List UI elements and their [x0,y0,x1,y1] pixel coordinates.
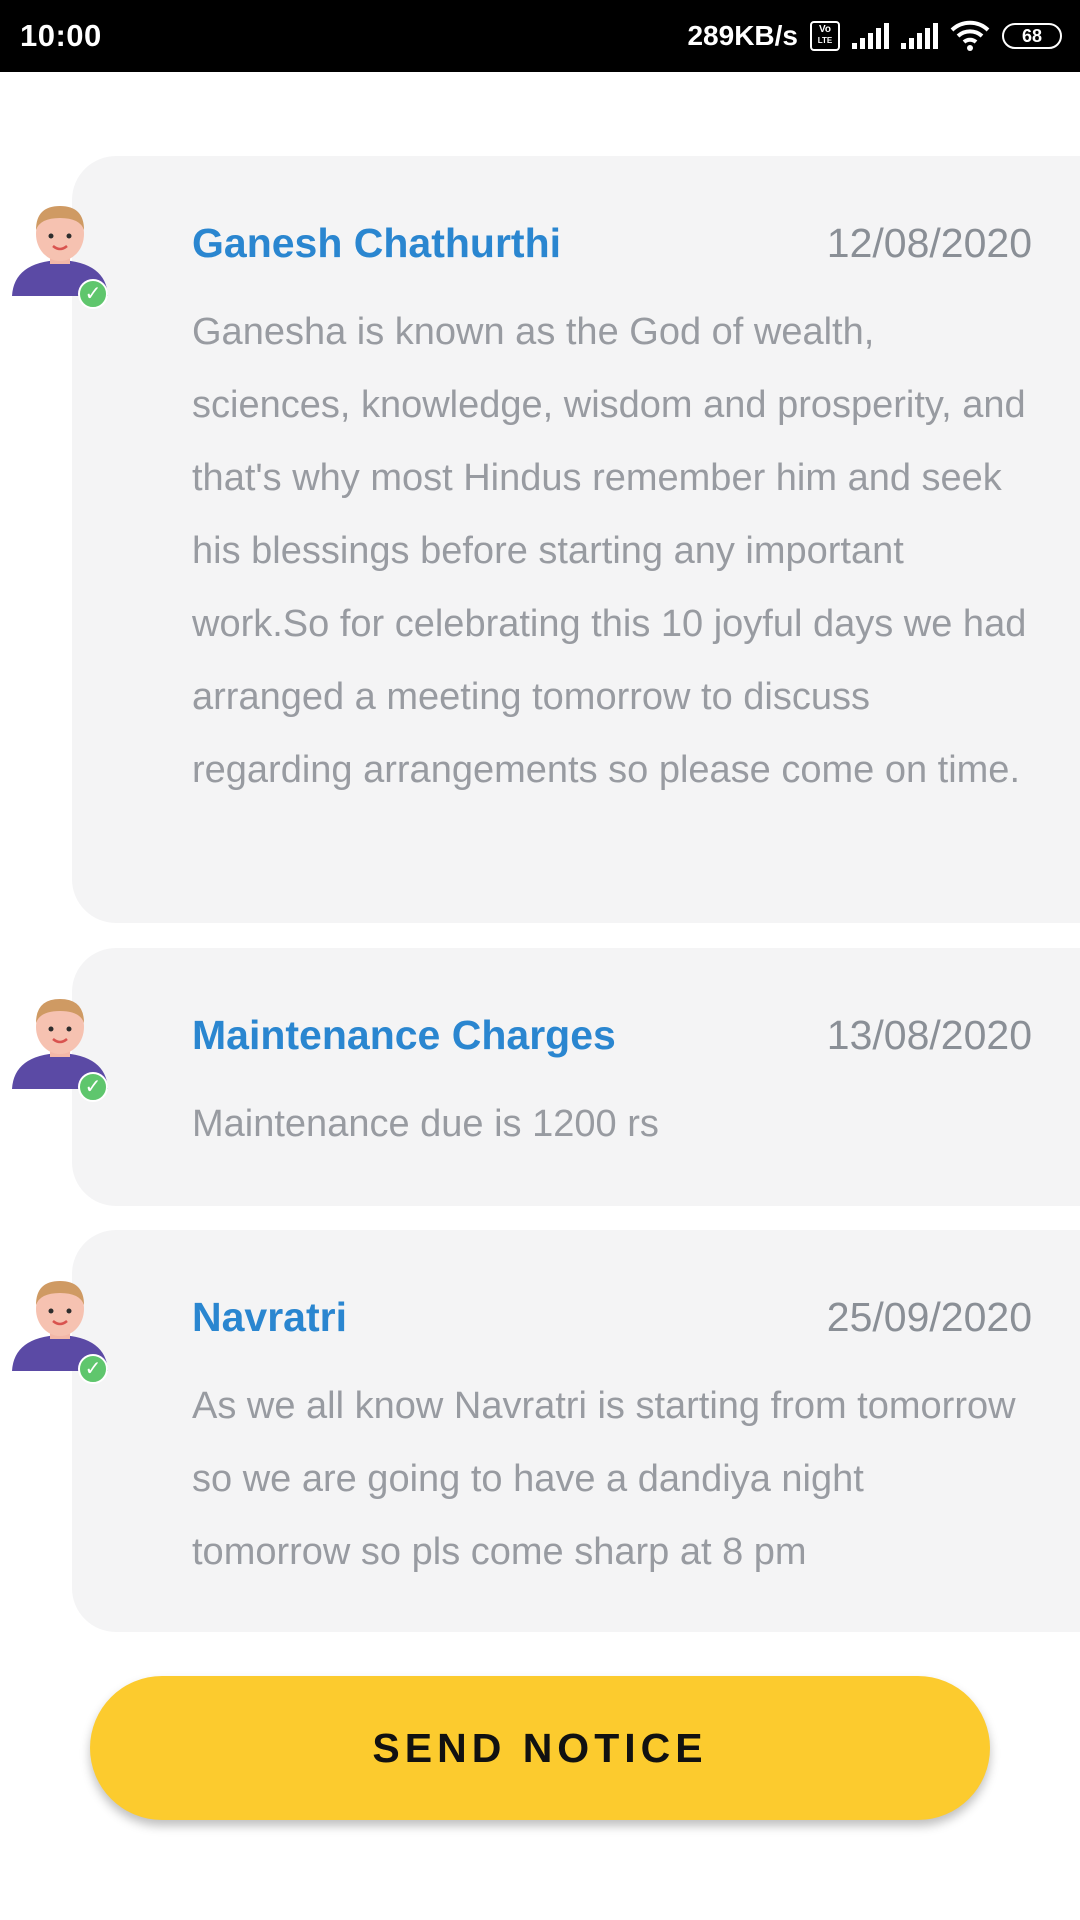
notice-date: 25/09/2020 [826,1294,1032,1340]
wifi-icon [950,20,990,51]
network-speed: 289KB/s [687,20,798,51]
verified-check-icon: ✓ [78,279,108,309]
volte-icon: Vo LTE [810,21,840,51]
status-time: 10:00 [20,18,102,53]
volte-bottom-label: LTE [817,36,833,45]
signal-icon [852,23,889,49]
battery-icon: 68 [1002,23,1062,49]
verified-check-icon: ✓ [78,1354,108,1384]
notice-header: Ganesh Chathurthi 12/08/2020 [192,220,1032,267]
notice-header: Maintenance Charges 13/08/2020 [192,1012,1032,1059]
notice-card[interactable]: Ganesh Chathurthi 12/08/2020 Ganesha is … [72,156,1080,923]
battery-level: 68 [1021,25,1043,46]
notice-card[interactable]: Maintenance Charges 13/08/2020 Maintenan… [72,948,1080,1206]
notice-title: Ganesh Chathurthi [192,220,562,266]
notice-date: 13/08/2020 [826,1012,1032,1058]
notice-body: Ganesha is known as the God of wealth, s… [192,311,1027,791]
signal-icon-2 [901,23,938,49]
notice-title: Navratri [192,1294,347,1340]
notice-body: As we all know Navratri is starting from… [192,1385,1016,1573]
volte-top-label: Vo [818,24,832,35]
notice-card[interactable]: Navratri 25/09/2020 As we all know Navra… [72,1230,1080,1632]
notice-title: Maintenance Charges [192,1012,616,1058]
notice-body: Maintenance due is 1200 rs [192,1103,659,1145]
notice-header: Navratri 25/09/2020 [192,1294,1032,1341]
notice-date: 12/08/2020 [826,220,1032,266]
verified-check-icon: ✓ [78,1072,108,1102]
status-bar: 10:00 289KB/s Vo LTE 68 [0,0,1080,72]
status-icons: 289KB/s Vo LTE 68 [687,20,1062,52]
send-notice-button[interactable]: SEND NOTICE [90,1676,990,1820]
